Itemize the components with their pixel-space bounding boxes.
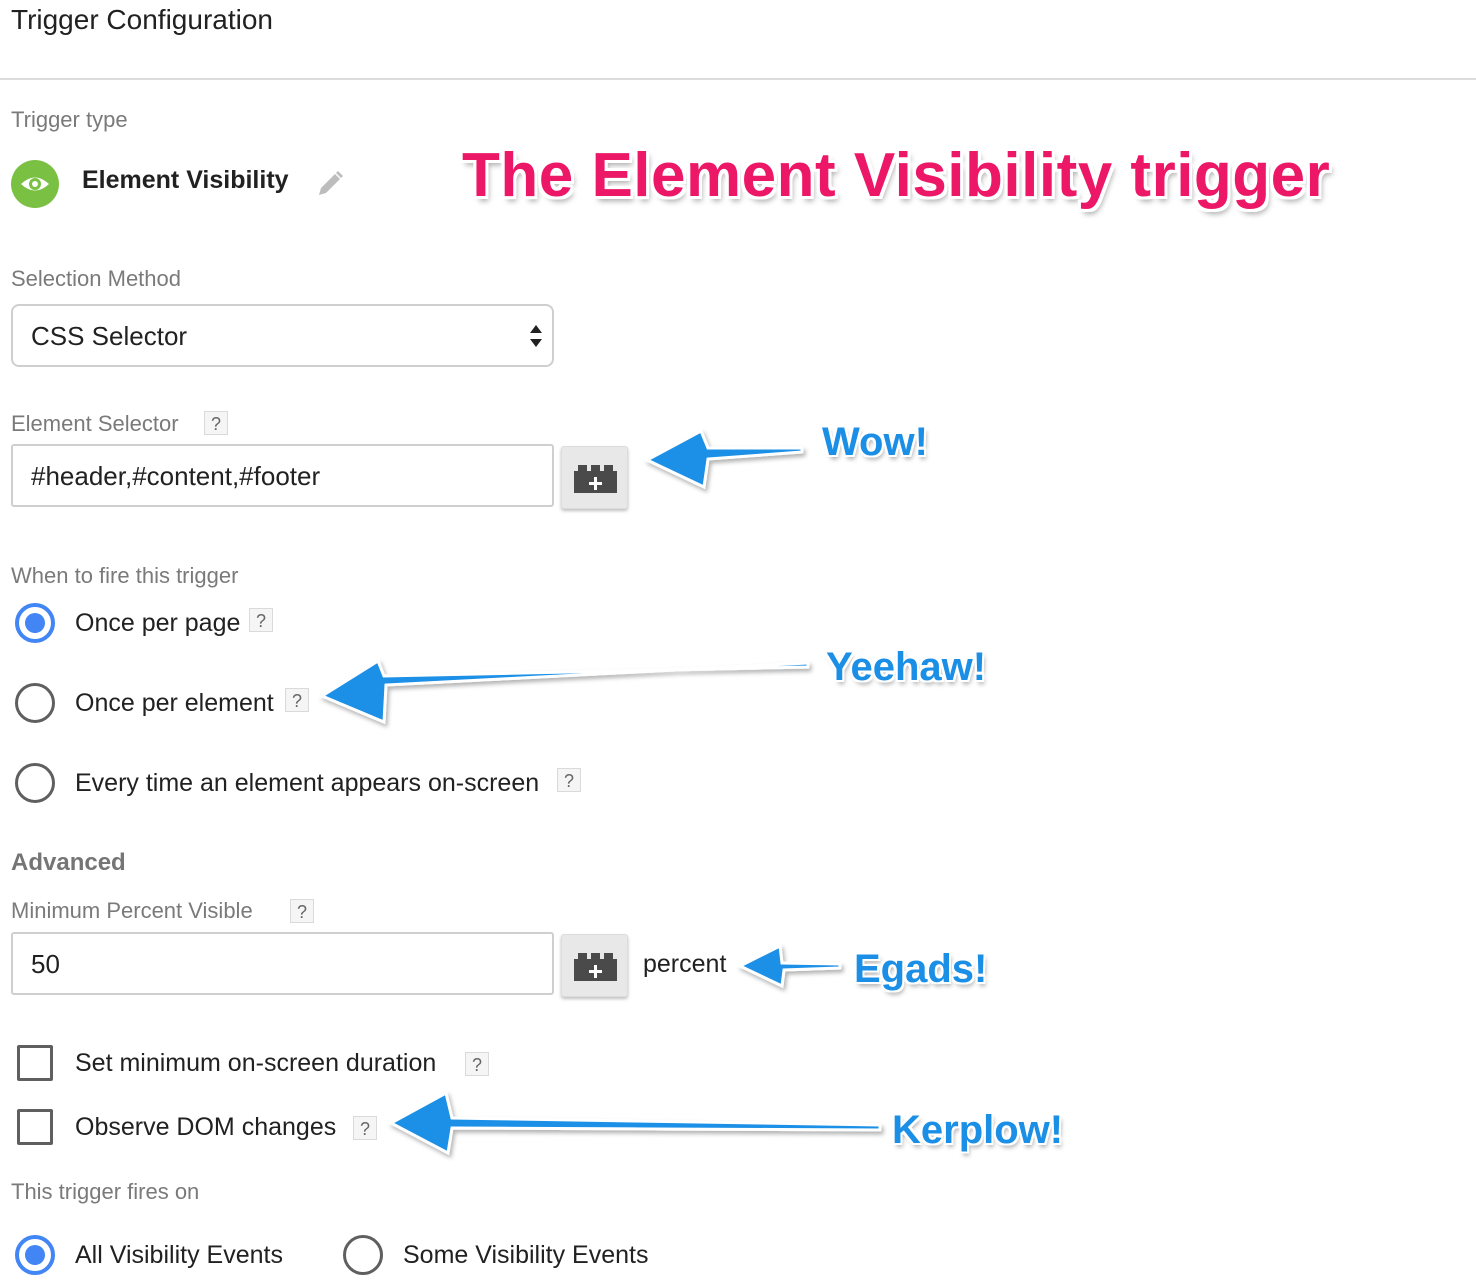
arrow-kerplow [387, 1090, 882, 1156]
annotation-arrows [318, 428, 882, 1156]
arrow-wow [643, 428, 804, 490]
arrow-egads [736, 943, 842, 989]
arrow-yeehaw [318, 658, 810, 725]
